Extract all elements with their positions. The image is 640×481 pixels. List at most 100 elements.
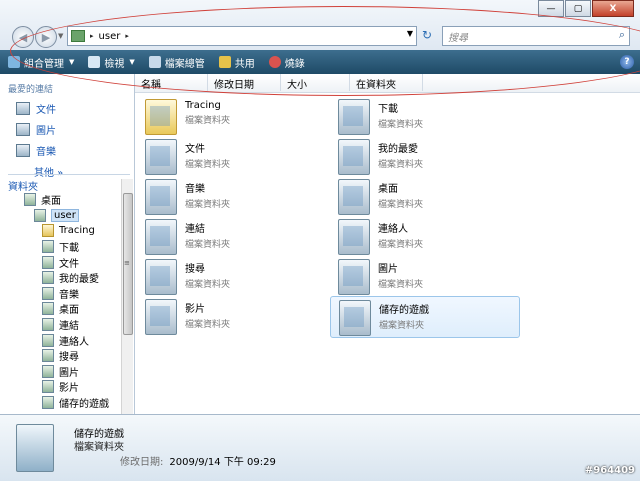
recent-pages-dropdown-icon[interactable]: ▼: [58, 32, 63, 40]
file-tile[interactable]: 連絡人 檔案資料夾: [330, 216, 518, 256]
back-button[interactable]: ◀: [12, 26, 34, 48]
file-tile[interactable]: 連結 檔案資料夾: [137, 216, 325, 256]
tile-name: 連絡人: [378, 224, 408, 235]
views-button[interactable]: 檢視 ▼: [88, 55, 135, 70]
tree-item-label: 下載: [59, 243, 79, 255]
tree-item-label: 我的最愛: [59, 274, 99, 286]
tile-type: 檔案資料夾: [378, 240, 424, 250]
burn-button[interactable]: 燒錄: [268, 55, 305, 70]
forward-button[interactable]: ▶: [35, 26, 57, 48]
tree-item[interactable]: 文件: [0, 254, 124, 270]
tile-name: Tracing: [185, 100, 221, 111]
file-tile[interactable]: 我的最愛 檔案資料夾: [330, 136, 518, 176]
file-tile[interactable]: 下載 檔案資料夾: [330, 96, 518, 136]
explorer-button[interactable]: 檔案總管: [148, 55, 205, 70]
pictures-icon: [16, 123, 30, 136]
favorite-link-documents[interactable]: 文件: [16, 101, 134, 116]
tile-type: 檔案資料夾: [378, 200, 424, 210]
column-name[interactable]: 名稱: [135, 74, 208, 91]
tree-item[interactable]: 音樂: [0, 286, 124, 302]
folder-icon: [34, 208, 46, 222]
tile-text: 桌面 檔案資料夾: [378, 176, 423, 210]
close-button[interactable]: X: [592, 0, 634, 17]
back-arrow-icon: ◀: [18, 30, 28, 44]
tile-type: 檔案資料夾: [185, 240, 231, 250]
tile-text: 文件 檔案資料夾: [185, 136, 230, 170]
file-tile[interactable]: 桌面 檔案資料夾: [330, 176, 518, 216]
tree-item[interactable]: 我的最愛: [0, 270, 124, 286]
address-dropdown-icon[interactable]: ▼: [407, 29, 413, 38]
tile-text: 儲存的遊戲 檔案資料夾: [379, 297, 429, 331]
file-tile[interactable]: 音樂 檔案資料夾: [137, 176, 325, 216]
folder-icon: [71, 30, 85, 42]
tile-name: 圖片: [378, 264, 398, 275]
tile-type: 檔案資料夾: [185, 280, 231, 290]
favorite-link-pictures[interactable]: 圖片: [16, 122, 134, 137]
file-tile[interactable]: 儲存的遊戲 檔案資料夾: [330, 296, 520, 338]
share-button[interactable]: 共用: [218, 55, 255, 70]
tree-item-label: 音樂: [59, 289, 79, 301]
music-folder-icon: [145, 179, 177, 215]
organize-icon: [8, 56, 20, 68]
tree-item-label: user: [51, 208, 79, 222]
pictures-folder-icon: [338, 259, 370, 295]
help-icon[interactable]: ?: [620, 55, 634, 69]
search-icon[interactable]: ⌕: [619, 28, 625, 42]
file-tile[interactable]: 搜尋 檔案資料夾: [137, 256, 325, 296]
organize-button[interactable]: 組合管理 ▼: [8, 55, 74, 70]
favorite-label: 音樂: [36, 147, 56, 158]
favorite-label: 圖片: [36, 126, 56, 137]
folders-header[interactable]: 資料夾 ▼: [8, 174, 130, 193]
tile-text: 搜尋 檔案資料夾: [185, 256, 230, 290]
favorite-link-music[interactable]: 音樂: [16, 143, 134, 158]
tile-text: 連絡人 檔案資料夾: [378, 216, 423, 250]
minimize-button[interactable]: —: [538, 0, 564, 17]
tree-item[interactable]: 影片: [0, 379, 124, 395]
folder-icon: [42, 286, 54, 300]
address-path[interactable]: user: [99, 31, 121, 42]
search-box[interactable]: 搜尋 ⌕: [442, 26, 630, 46]
breadcrumb-separator[interactable]: ▸: [125, 32, 129, 40]
tree-item[interactable]: 儲存的遊戲: [0, 395, 124, 411]
tree-item[interactable]: 搜尋: [0, 348, 124, 364]
tree-item-label: 連絡人: [59, 336, 89, 348]
folder-tree: 桌面 user Tracing 下載 文件 我的最愛 音樂 桌面 連結 連絡人 搜尋 圖片 影片 儲存的遊…: [0, 192, 124, 410]
folder-icon: [42, 333, 54, 347]
file-tile[interactable]: 文件 檔案資料夾: [137, 136, 325, 176]
tree-item[interactable]: 桌面: [0, 192, 124, 208]
tile-name: 文件: [185, 144, 205, 155]
share-label: 共用: [234, 58, 255, 70]
file-tile[interactable]: 圖片 檔案資料夾: [330, 256, 518, 296]
details-type: 檔案資料夾: [74, 442, 124, 453]
downloads-folder-icon: [338, 99, 370, 135]
column-modified[interactable]: 修改日期: [208, 74, 281, 91]
tree-item[interactable]: 圖片: [0, 364, 124, 380]
folder-icon: [42, 349, 54, 363]
folder-icon: [42, 255, 54, 269]
tree-item[interactable]: 桌面: [0, 301, 124, 317]
file-tile[interactable]: 影片 檔案資料夾: [137, 296, 325, 336]
column-in-folder[interactable]: 在資料夾: [350, 74, 423, 91]
tile-text: 下載 檔案資料夾: [378, 96, 423, 130]
search-placeholder: 搜尋: [448, 32, 468, 44]
forward-arrow-icon: ▶: [41, 30, 51, 44]
tile-text: Tracing 檔案資料夾: [185, 96, 230, 126]
file-list: 名稱 修改日期 大小 在資料夾 Tracing 檔案資料夾 下載 檔案資料夾 文件 檔案資…: [135, 74, 640, 414]
tree-item[interactable]: 連絡人: [0, 332, 124, 348]
folder-icon: [42, 302, 54, 316]
refresh-icon[interactable]: ↻: [419, 27, 435, 43]
address-bar[interactable]: ▸ user ▸ ▼: [67, 26, 417, 46]
tree-item[interactable]: 連結: [0, 317, 124, 333]
file-tile[interactable]: Tracing 檔案資料夾: [137, 96, 325, 136]
column-headers: 名稱 修改日期 大小 在資料夾: [135, 74, 640, 93]
tree-item[interactable]: user: [0, 208, 124, 224]
scrollbar-grip-icon: ≡: [124, 259, 130, 267]
column-size[interactable]: 大小: [281, 74, 350, 91]
maximize-button[interactable]: ▢: [565, 0, 591, 17]
tree-item[interactable]: 下載: [0, 239, 124, 255]
nav-scrollbar[interactable]: ≡: [121, 179, 133, 414]
burn-icon: [268, 56, 281, 68]
tile-type: 檔案資料夾: [379, 321, 425, 331]
burn-label: 燒錄: [284, 58, 305, 70]
tree-item[interactable]: Tracing: [0, 223, 124, 239]
